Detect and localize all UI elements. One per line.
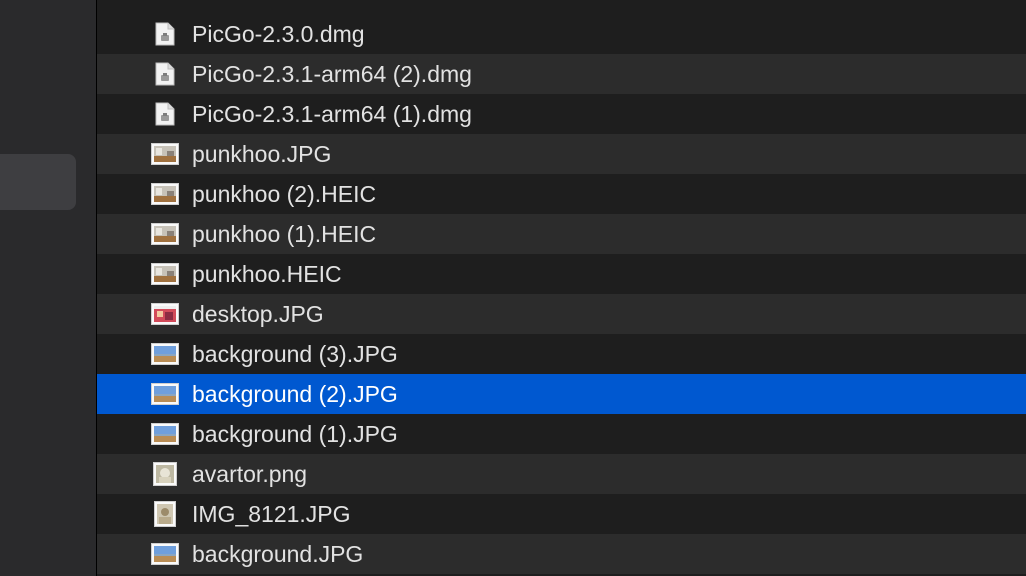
- dmg-file-icon: [151, 22, 179, 46]
- file-name: avartor.png: [192, 461, 308, 487]
- portrait-photo-thumbnail-icon: [151, 501, 179, 527]
- room-photo-thumbnail-icon: [151, 182, 179, 206]
- file-name: punkhoo (1).HEIC: [192, 221, 377, 247]
- file-row[interactable]: PicGo-2.3.1-arm64 (1).dmg: [97, 94, 1026, 134]
- file-row[interactable]: IMG_8121.JPG: [97, 494, 1026, 534]
- file-row[interactable]: background (1).JPG: [97, 414, 1026, 454]
- file-name: background (3).JPG: [192, 341, 398, 367]
- file-row[interactable]: desktop.JPG: [97, 294, 1026, 334]
- file-row[interactable]: avartor.png: [97, 454, 1026, 494]
- file-row[interactable]: punkhoo (1).HEIC: [97, 214, 1026, 254]
- file-row[interactable]: background.JPG: [97, 534, 1026, 574]
- landscape-photo-thumbnail-icon: [151, 422, 179, 446]
- file-row-selected[interactable]: background (2).JPG: [97, 374, 1026, 414]
- room-photo-thumbnail-icon: [151, 142, 179, 166]
- room-photo-thumbnail-icon: [151, 262, 179, 286]
- file-name: background.JPG: [192, 541, 364, 567]
- room-photo-thumbnail-icon: [151, 222, 179, 246]
- file-name: background (2).JPG: [192, 381, 398, 407]
- file-row[interactable]: background (3).JPG: [97, 334, 1026, 374]
- file-row[interactable]: punkhoo.HEIC: [97, 254, 1026, 294]
- file-row[interactable]: PicGo-2.3.1-arm64 (2).dmg: [97, 54, 1026, 94]
- file-name: punkhoo.JPG: [192, 141, 332, 167]
- sidebar-selected-item[interactable]: [0, 154, 76, 210]
- avatar-thumbnail-icon: [151, 462, 179, 486]
- file-row[interactable]: punkhoo (2).HEIC: [97, 174, 1026, 214]
- file-name: PicGo-2.3.1-arm64 (2).dmg: [192, 61, 472, 87]
- file-name: IMG_8121.JPG: [192, 501, 351, 527]
- file-row[interactable]: punkhoo.JPG: [97, 134, 1026, 174]
- file-name: background (1).JPG: [192, 421, 398, 447]
- file-name: punkhoo (2).HEIC: [192, 181, 377, 207]
- file-name: PicGo-2.3.0.dmg: [192, 21, 365, 47]
- dmg-file-icon: [151, 62, 179, 86]
- file-list: PicGo-2.3.0.dmg PicGo-2.3.1-arm64 (2).dmg…: [97, 0, 1026, 576]
- sidebar: [0, 0, 97, 576]
- file-name: punkhoo.HEIC: [192, 261, 342, 287]
- dmg-file-icon: [151, 102, 179, 126]
- file-name: desktop.JPG: [192, 301, 324, 327]
- file-row[interactable]: PicGo-2.3.0.dmg: [97, 14, 1026, 54]
- landscape-photo-thumbnail-icon: [151, 542, 179, 566]
- file-name: PicGo-2.3.1-arm64 (1).dmg: [192, 101, 472, 127]
- desktop-screenshot-thumbnail-icon: [151, 302, 179, 326]
- landscape-photo-thumbnail-icon: [151, 382, 179, 406]
- landscape-photo-thumbnail-icon: [151, 342, 179, 366]
- finder-window: PicGo-2.3.0.dmg PicGo-2.3.1-arm64 (2).dmg…: [0, 0, 1026, 576]
